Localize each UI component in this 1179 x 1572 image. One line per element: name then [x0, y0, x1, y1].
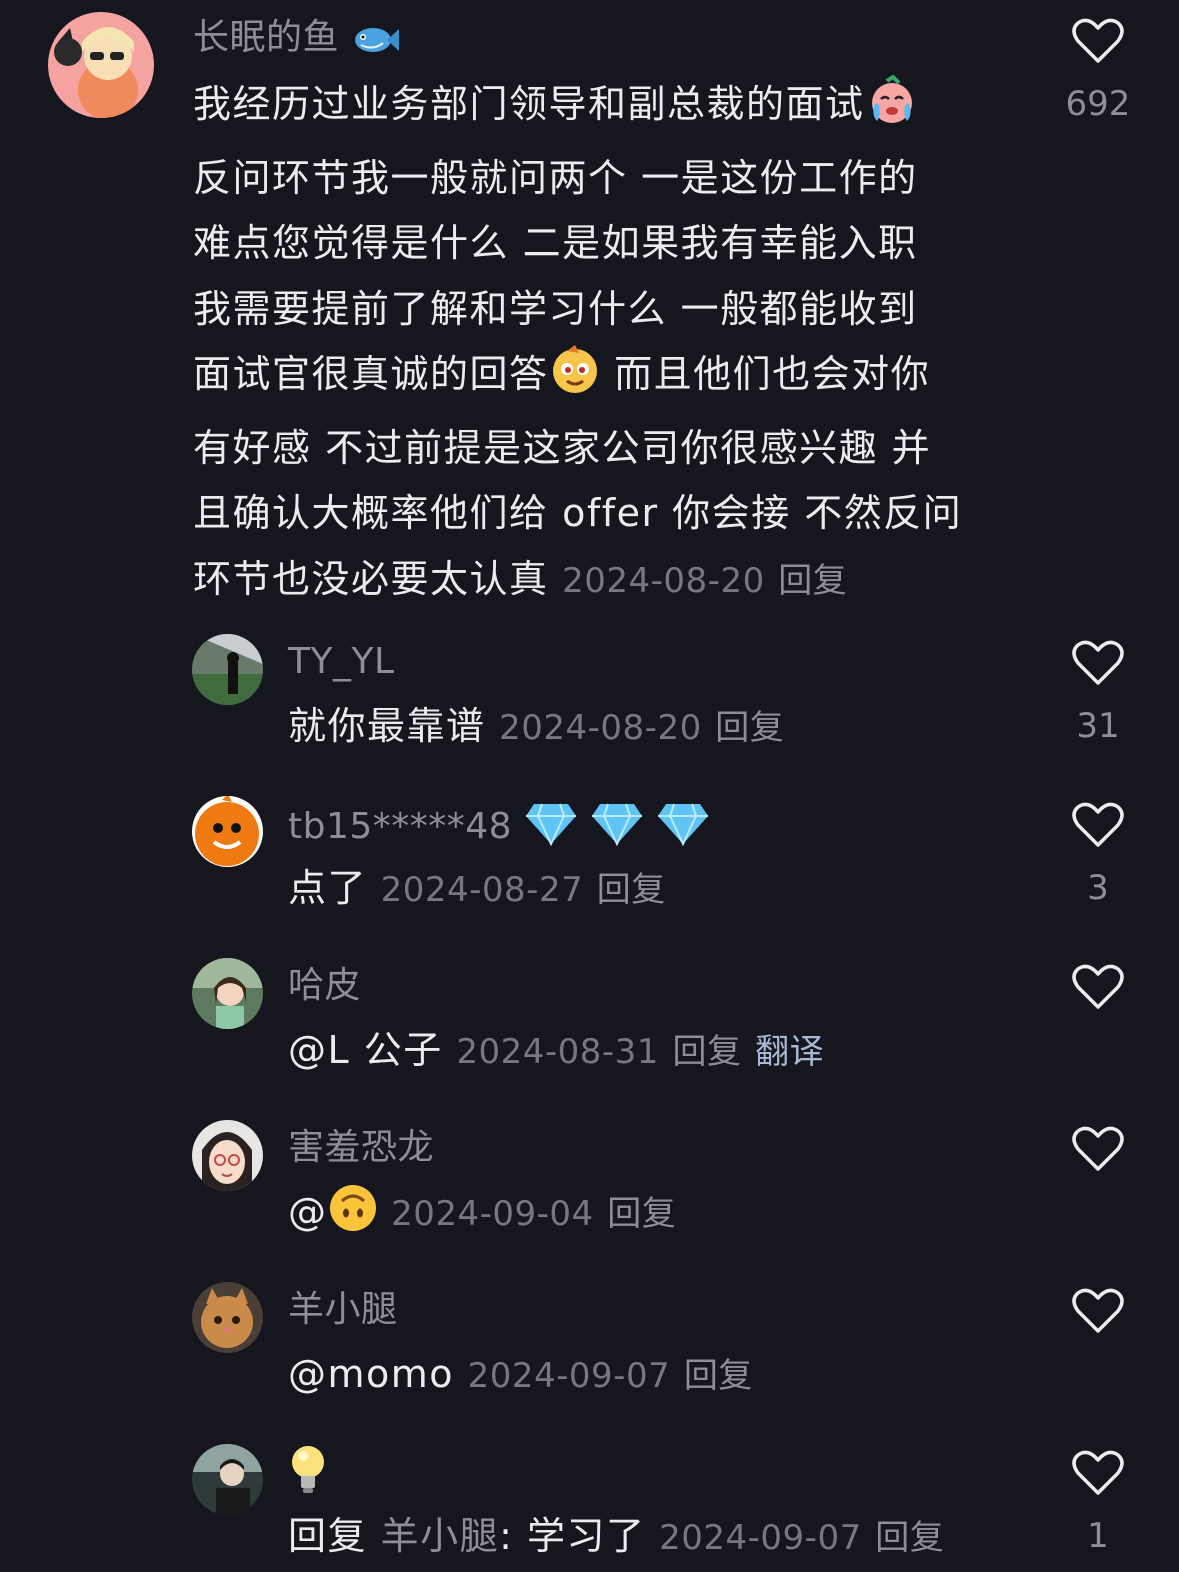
username[interactable]: 长眠的鱼: [193, 16, 401, 68]
comment-text[interactable]: 就你最靠谱 2024-08-20 回复: [288, 696, 784, 758]
smirk-face-icon: [549, 343, 601, 416]
heart-icon[interactable]: [1072, 640, 1124, 686]
heart-icon[interactable]: [1072, 964, 1124, 1010]
avatar[interactable]: [192, 1444, 263, 1515]
reply-comment: tb15*****48 点了 2024-08-27 回复 3: [0, 782, 1179, 932]
crying-face-icon: [865, 74, 919, 146]
username[interactable]: 哈皮: [288, 964, 361, 1008]
heart-icon[interactable]: [1072, 1288, 1124, 1334]
like-count: 1: [1087, 1516, 1109, 1556]
fish-icon: [351, 23, 401, 68]
reply-comment: 回复 羊小腿: 学习了 2024-09-07 回复 1: [0, 1430, 1179, 1572]
comment-date: 2024-08-31: [456, 1032, 659, 1072]
reply-comment: 羊小腿 @momo 2024-09-07 回复: [0, 1268, 1179, 1418]
reply-button[interactable]: 回复: [673, 1032, 742, 1072]
comment-date: 2024-08-20: [499, 708, 702, 748]
heart-icon[interactable]: [1072, 802, 1124, 848]
comment-text[interactable]: @ 2024-09-04 回复: [288, 1182, 676, 1250]
avatar[interactable]: [192, 1282, 263, 1353]
comment-text[interactable]: @L 公子 2024-08-31 回复 翻译: [288, 1020, 824, 1082]
reply-comment: 哈皮 @L 公子 2024-08-31 回复 翻译: [0, 944, 1179, 1094]
comment-text[interactable]: 我经历过业务部门领导和副总裁的面试 反问环节我一般就问两个 一是这份工作的 难点…: [193, 72, 962, 614]
reply-target-username[interactable]: 羊小腿: [381, 1514, 500, 1558]
diamond-icon: [656, 802, 710, 857]
comment-date: 2024-09-04: [391, 1194, 594, 1234]
avatar[interactable]: [192, 634, 263, 705]
diamond-icon: [590, 802, 644, 857]
comment-date: 2024-09-07: [659, 1518, 862, 1558]
like-count: 31: [1076, 706, 1120, 746]
mention-link[interactable]: @: [288, 1185, 378, 1234]
username[interactable]: TY_YL: [288, 640, 395, 684]
comment-date: 2024-09-07: [467, 1356, 671, 1396]
comment-text[interactable]: 点了 2024-08-27 回复: [288, 858, 666, 920]
avatar[interactable]: [192, 958, 263, 1029]
heart-icon[interactable]: [1072, 18, 1124, 64]
username[interactable]: [288, 1442, 328, 1507]
avatar[interactable]: [192, 1120, 263, 1191]
username[interactable]: 羊小腿: [288, 1288, 398, 1332]
reply-comment: 害羞恐龙 @ 2024-09-04 回复: [0, 1106, 1179, 1256]
username[interactable]: tb15*****48: [288, 802, 710, 857]
translate-button[interactable]: 翻译: [755, 1032, 824, 1072]
reply-button[interactable]: 回复: [607, 1194, 676, 1234]
heart-icon[interactable]: [1072, 1450, 1124, 1496]
mention-link[interactable]: @L 公子: [288, 1028, 456, 1072]
avatar[interactable]: [48, 12, 154, 118]
comment-text[interactable]: 回复 羊小腿: 学习了 2024-09-07 回复: [288, 1506, 944, 1568]
like-count: 692: [1065, 84, 1131, 124]
comment-text[interactable]: @momo 2024-09-07 回复: [288, 1344, 753, 1406]
mention-link[interactable]: @momo: [288, 1352, 454, 1396]
comment-date: 2024-08-20: [562, 560, 765, 601]
lightbulb-icon: [288, 1442, 328, 1507]
avatar[interactable]: [192, 796, 263, 867]
reply-button[interactable]: 回复: [597, 870, 666, 910]
reply-button[interactable]: 回复: [778, 561, 847, 601]
heart-icon[interactable]: [1072, 1126, 1124, 1172]
username[interactable]: 害羞恐龙: [288, 1126, 434, 1170]
diamond-icon: [524, 802, 578, 857]
reply-button[interactable]: 回复: [715, 708, 784, 748]
upside-down-face-icon: [328, 1183, 378, 1250]
reply-comment: TY_YL 就你最靠谱 2024-08-20 回复 31: [0, 620, 1179, 770]
reply-button[interactable]: 回复: [875, 1518, 944, 1558]
reply-button[interactable]: 回复: [684, 1356, 753, 1396]
main-comment: 长眠的鱼 我经历过业务部门领导和副总裁的面试 反问环节我一般就问两个 一是这份工…: [0, 0, 1179, 610]
comment-date: 2024-08-27: [380, 870, 584, 910]
like-count: 3: [1087, 868, 1109, 908]
